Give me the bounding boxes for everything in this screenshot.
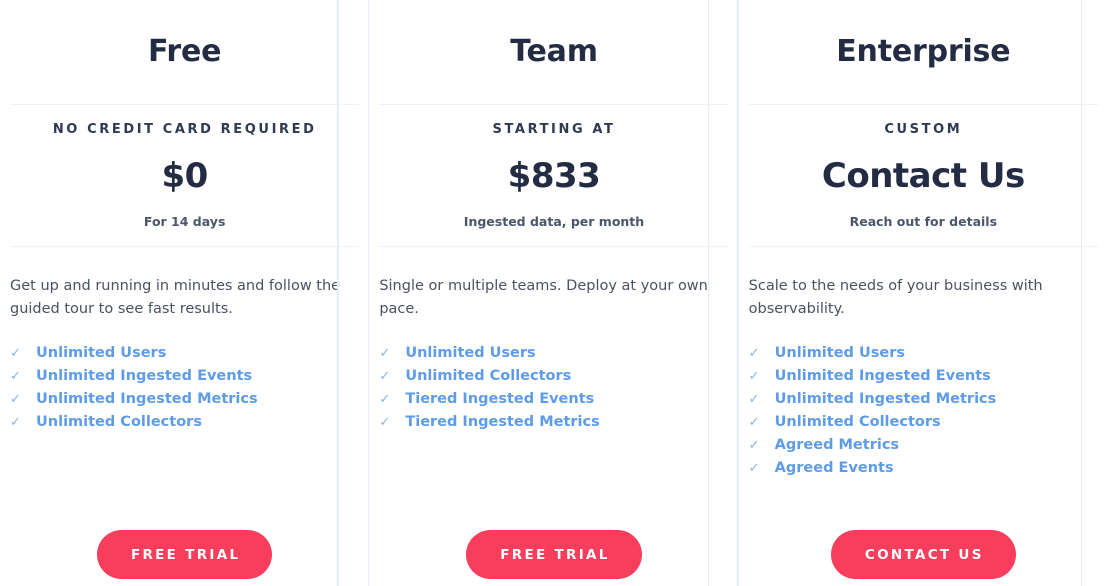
price-note: Ingested data, per month: [463, 214, 645, 229]
feature-label: Agreed Metrics: [774, 437, 900, 453]
list-item: ✓ Tiered Ingested Events: [379, 388, 728, 411]
check-icon: ✓: [379, 415, 391, 430]
list-item: ✓ Unlimited Users: [10, 342, 359, 365]
feature-label: Unlimited Ingested Metrics: [36, 391, 258, 407]
list-item: ✓ Unlimited Ingested Events: [749, 365, 1098, 388]
feature-label: Unlimited Ingested Events: [774, 368, 991, 384]
price-value: Contact Us: [821, 156, 1025, 196]
plan-description: Single or multiple teams. Deploy at your…: [379, 278, 708, 317]
price-value: $0: [161, 156, 209, 196]
plan-description: Scale to the needs of your business with…: [748, 278, 1043, 317]
list-item: ✓ Agreed Events: [749, 457, 1098, 480]
feature-label: Unlimited Collectors: [774, 414, 941, 430]
check-icon: ✓: [748, 461, 760, 476]
feature-label: Unlimited Ingested Events: [36, 368, 253, 384]
check-icon: ✓: [10, 346, 21, 361]
feature-label: Tiered Ingested Events: [405, 391, 595, 407]
check-icon: ✓: [748, 346, 760, 361]
price-label: STARTING AT: [492, 122, 616, 137]
check-icon: ✓: [379, 392, 391, 407]
list-item: ✓ Unlimited Ingested Events: [10, 365, 359, 388]
list-item: ✓ Unlimited Collectors: [379, 365, 728, 388]
price-label: NO CREDIT CARD REQUIRED: [52, 122, 317, 137]
pricing-card-team: Team STARTING AT $833 Ingested data, per…: [369, 0, 738, 586]
feature-label: Unlimited Users: [405, 345, 536, 361]
feature-list: ✓ Unlimited Users ✓ Unlimited Collectors…: [379, 321, 728, 434]
plan-name: Enterprise: [836, 34, 1011, 69]
plan-description: Get up and running in minutes and follow…: [10, 278, 341, 317]
plan-name: Free: [148, 34, 222, 69]
feature-label: Tiered Ingested Metrics: [405, 414, 600, 430]
price-value: $833: [507, 156, 601, 196]
check-icon: ✓: [748, 438, 760, 453]
plan-name: Team: [510, 34, 598, 69]
price-block: STARTING AT $833 Ingested data, per mont…: [379, 105, 728, 230]
check-icon: ✓: [10, 369, 21, 384]
list-item: ✓ Unlimited Collectors: [10, 411, 359, 434]
free-trial-button[interactable]: FREE TRIAL: [466, 530, 642, 579]
free-trial-button[interactable]: FREE TRIAL: [96, 530, 273, 579]
list-item: ✓ Unlimited Ingested Metrics: [10, 388, 359, 411]
feature-label: Agreed Events: [774, 460, 894, 476]
price-note: Reach out for details: [849, 214, 998, 229]
feature-list: ✓ Unlimited Users ✓ Unlimited Ingested E…: [10, 321, 359, 434]
column-divider-4: [738, 0, 739, 586]
contact-us-button[interactable]: CONTACT US: [830, 530, 1016, 579]
list-item: ✓ Unlimited Users: [749, 342, 1098, 365]
list-item: ✓ Unlimited Users: [379, 342, 728, 365]
cta-container: FREE TRIAL: [10, 530, 359, 586]
check-icon: ✓: [748, 415, 760, 430]
check-icon: ✓: [10, 415, 21, 430]
column-divider-1: [338, 0, 339, 586]
price-note: For 14 days: [143, 214, 226, 229]
list-item: ✓ Unlimited Collectors: [749, 411, 1098, 434]
pricing-card-enterprise: Enterprise CUSTOM Contact Us Reach out f…: [739, 0, 1108, 586]
feature-label: Unlimited Users: [774, 345, 905, 361]
check-icon: ✓: [379, 346, 391, 361]
cta-container: CONTACT US: [749, 530, 1098, 586]
check-icon: ✓: [748, 369, 760, 384]
list-item: ✓ Agreed Metrics: [749, 434, 1098, 457]
list-item: ✓ Tiered Ingested Metrics: [379, 411, 728, 434]
feature-label: Unlimited Ingested Metrics: [774, 391, 997, 407]
pricing-card-free: Free NO CREDIT CARD REQUIRED $0 For 14 d…: [0, 0, 369, 586]
feature-label: Unlimited Collectors: [36, 414, 202, 430]
cta-container: FREE TRIAL: [379, 530, 728, 586]
check-icon: ✓: [379, 369, 391, 384]
column-divider-3: [708, 0, 709, 586]
column-divider-2: [368, 0, 369, 586]
price-block: NO CREDIT CARD REQUIRED $0 For 14 days: [10, 105, 359, 230]
column-divider-5: [1081, 0, 1082, 586]
price-block: CUSTOM Contact Us Reach out for details: [749, 105, 1098, 230]
list-item: ✓ Unlimited Ingested Metrics: [749, 388, 1098, 411]
check-icon: ✓: [748, 392, 760, 407]
pricing-plans-grid: Free NO CREDIT CARD REQUIRED $0 For 14 d…: [0, 0, 1108, 586]
check-icon: ✓: [10, 392, 21, 407]
price-label: CUSTOM: [884, 122, 963, 137]
feature-label: Unlimited Collectors: [405, 368, 572, 384]
feature-label: Unlimited Users: [36, 345, 167, 361]
feature-list: ✓ Unlimited Users ✓ Unlimited Ingested E…: [749, 321, 1098, 480]
